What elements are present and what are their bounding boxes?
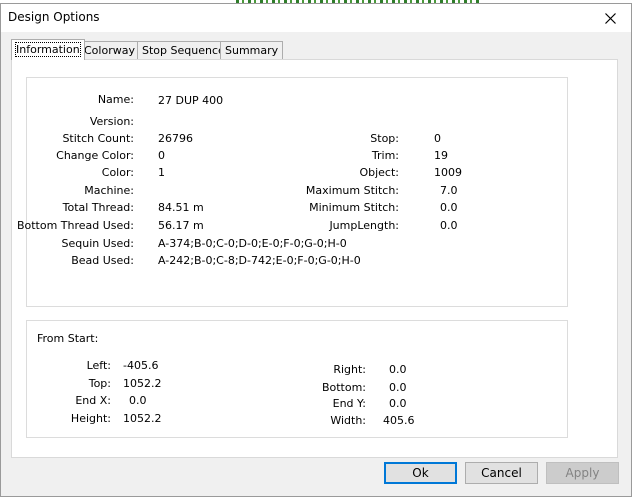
minimum-stitch-value: 0.0 xyxy=(440,201,458,214)
apply-button[interactable]: Apply xyxy=(546,462,619,484)
tab-summary[interactable]: Summary xyxy=(220,41,284,60)
tab-stop-sequence[interactable]: Stop Sequence xyxy=(137,41,230,60)
information-panel: Name: 27 DUP 400 Version: Stitch Count: … xyxy=(11,59,618,458)
bead-used-value: A-242;B-0;C-8;D-742;E-0;F-0;G-0;H-0 xyxy=(158,254,361,267)
sequin-used-value: A-374;B-0;C-0;D-0;E-0;F-0;G-0;H-0 xyxy=(158,237,347,250)
name-label: Name: xyxy=(97,93,134,106)
tab-summary-label: Summary xyxy=(225,44,279,57)
version-label: Version: xyxy=(89,115,134,128)
end-x-value: 0.0 xyxy=(129,394,147,407)
tab-stop-sequence-label: Stop Sequence xyxy=(142,44,225,57)
top-label: Top: xyxy=(88,377,111,390)
design-info-group: Name: 27 DUP 400 Version: Stitch Count: … xyxy=(17,77,568,307)
from-start-title: From Start: xyxy=(37,332,99,345)
end-x-label: End X: xyxy=(75,394,111,407)
design-options-dialog: Design Options Information Colorway Stop… xyxy=(0,3,632,497)
right-value: 0.0 xyxy=(389,363,407,376)
top-value: 1052.2 xyxy=(123,377,162,390)
bottom-thread-value: 56.17 m xyxy=(158,219,204,232)
stop-value: 0 xyxy=(434,132,441,145)
stitch-count-value: 26796 xyxy=(158,132,193,145)
minimum-stitch-label: Minimum Stitch: xyxy=(309,201,399,214)
name-value: 27 DUP 400 xyxy=(158,94,224,107)
trim-value: 19 xyxy=(434,149,448,162)
height-label: Height: xyxy=(70,412,111,425)
maximum-stitch-label: Maximum Stitch: xyxy=(305,184,399,197)
bead-used-label: Bead Used: xyxy=(71,254,134,267)
total-thread-value: 84.51 m xyxy=(158,201,204,214)
sequin-used-label: Sequin Used: xyxy=(61,237,134,250)
window-title: Design Options xyxy=(8,10,100,24)
tab-information-label: Information xyxy=(15,42,81,57)
change-color-label: Change Color: xyxy=(56,149,134,162)
cancel-button[interactable]: Cancel xyxy=(465,462,538,484)
left-label: Left: xyxy=(86,359,111,372)
jump-length-label: JumpLength: xyxy=(329,219,399,232)
stitch-count-label: Stitch Count: xyxy=(62,132,134,145)
bottom-value: 0.0 xyxy=(389,381,407,394)
width-value: 405.6 xyxy=(383,414,415,427)
end-y-value: 0.0 xyxy=(389,397,407,410)
jump-length-value: 0.0 xyxy=(440,219,458,232)
close-button[interactable] xyxy=(597,7,623,29)
height-value: 1052.2 xyxy=(123,412,162,425)
color-value: 1 xyxy=(158,166,165,179)
change-color-value: 0 xyxy=(158,149,165,162)
color-label: Color: xyxy=(101,166,134,179)
left-value: -405.6 xyxy=(123,359,159,372)
end-y-label: End Y: xyxy=(332,397,366,410)
maximum-stitch-value: 7.0 xyxy=(440,184,458,197)
ok-button[interactable]: Ok xyxy=(384,462,457,484)
tab-colorway-label: Colorway xyxy=(84,44,135,57)
from-start-group: From Start: Left: -405.6 Top: 1052.2 End… xyxy=(26,320,568,438)
tab-colorway[interactable]: Colorway xyxy=(79,41,140,60)
object-value: 1009 xyxy=(434,166,462,179)
stop-label: Stop: xyxy=(370,132,399,145)
bottom-thread-label: Bottom Thread Used: xyxy=(16,219,134,232)
object-label: Object: xyxy=(359,166,399,179)
total-thread-label: Total Thread: xyxy=(62,201,134,214)
tab-information[interactable]: Information xyxy=(11,39,85,60)
trim-label: Trim: xyxy=(371,149,399,162)
title-bar: Design Options xyxy=(1,4,631,32)
close-icon xyxy=(604,12,616,24)
machine-label: Machine: xyxy=(84,184,134,197)
width-label: Width: xyxy=(330,414,366,427)
right-label: Right: xyxy=(333,363,366,376)
bottom-label: Bottom: xyxy=(321,381,366,394)
